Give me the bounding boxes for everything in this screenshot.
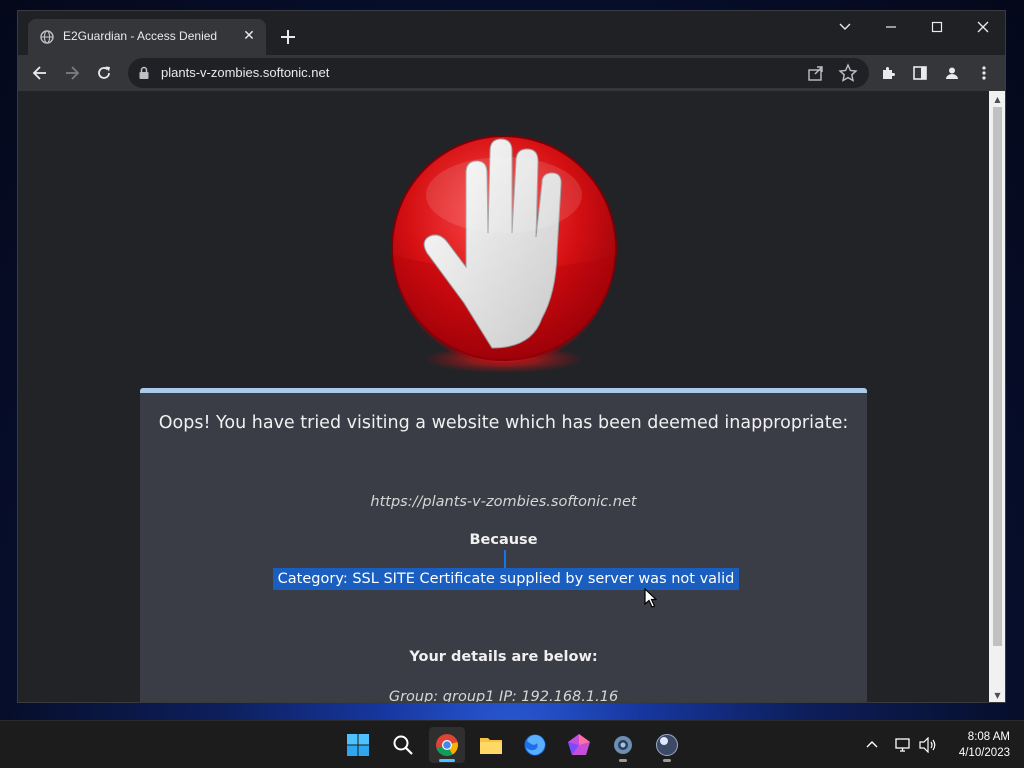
bookmark-star-icon[interactable] [838,63,858,83]
globe-icon [40,30,54,44]
windows-start-icon [347,734,369,756]
search-icon [393,735,413,755]
chevron-up-icon [866,741,878,748]
forward-button[interactable] [60,61,84,85]
stop-hand-icon [391,135,617,373]
clock[interactable]: 8:08 AM 4/10/2023 [959,729,1010,761]
maximize-icon [931,21,943,33]
arrow-right-icon [66,66,80,80]
scrollbar-thumb[interactable] [993,107,1002,646]
speaker-icon [919,737,936,753]
tab-strip: E2Guardian - Access Denied ✕ [18,11,1005,55]
share-icon[interactable] [806,63,826,83]
text-caret [504,550,506,568]
clock-time: 8:08 AM [967,731,1010,743]
minimize-icon [886,26,896,28]
tab-title: E2Guardian - Access Denied [63,29,218,43]
extensions-button[interactable] [876,61,900,85]
blocked-url: https://plants-v-zombies.softonic.net [370,494,637,510]
page-headline: Oops! You have tried visiting a website … [158,413,849,433]
reload-icon [98,66,110,79]
details-heading: Your details are below: [409,649,598,665]
chrome-icon [436,734,458,756]
lock-icon [139,66,149,79]
taskbar-chrome[interactable] [429,727,465,763]
volume-button[interactable] [918,735,938,755]
firefox-icon [524,734,546,756]
access-denied-panel: Oops! You have tried visiting a website … [140,388,867,703]
side-panel-button[interactable] [908,61,932,85]
url-text: plants-v-zombies.softonic.net [161,65,330,80]
profile-icon [946,67,958,79]
address-bar[interactable]: plants-v-zombies.softonic.net [128,58,869,88]
running-indicator [663,759,671,762]
close-icon [977,21,989,33]
menu-button[interactable] [972,61,996,85]
reload-button[interactable] [92,61,116,85]
back-button[interactable] [28,61,52,85]
close-window-button[interactable] [960,11,1005,43]
user-details: Group: group1 IP: 192.168.1.16 [388,689,619,703]
tab-search-button[interactable] [822,11,868,43]
kebab-menu-icon [982,66,986,80]
maximize-button[interactable] [914,11,960,43]
block-reason[interactable]: Category: SSL SITE Certificate supplied … [273,568,739,590]
app-icon [568,734,590,755]
taskbar-firefox[interactable] [517,727,553,763]
puzzle-icon [883,67,895,79]
scroll-up-arrow-icon[interactable]: ▲ [993,95,1002,104]
page-scrollbar[interactable]: ▲ ▼ [989,91,1005,702]
network-button[interactable] [894,735,914,755]
mouse-cursor-icon [644,588,657,608]
network-icon [895,738,910,752]
because-label: Because [469,532,538,548]
scroll-down-arrow-icon[interactable]: ▼ [993,691,1002,700]
active-indicator [439,759,455,762]
tray-overflow-button[interactable] [862,735,882,755]
chevron-down-icon [839,23,851,30]
page-viewport: Oops! You have tried visiting a website … [18,91,989,703]
taskbar-search-button[interactable] [385,727,421,763]
settings-icon [614,736,632,754]
taskbar-file-explorer[interactable] [473,727,509,763]
browser-toolbar: plants-v-zombies.softonic.net [18,55,1005,91]
marble-app-icon [656,734,678,756]
arrow-left-icon [32,66,46,80]
running-indicator [619,759,627,762]
profile-button[interactable] [940,61,964,85]
taskbar-marble-app[interactable] [649,727,685,763]
taskbar-app[interactable] [561,727,597,763]
start-button[interactable] [340,727,376,763]
new-tab-button[interactable] [276,25,300,49]
clock-date: 4/10/2023 [958,747,1010,759]
taskbar: 8:08 AM 4/10/2023 [0,720,1024,768]
taskbar-settings[interactable] [605,727,641,763]
browser-window: E2Guardian - Access Denied ✕ plants-v-zo… [17,10,1006,703]
side-panel-icon [913,66,927,80]
tab-close-button[interactable]: ✕ [240,27,258,45]
minimize-button[interactable] [868,11,914,43]
folder-icon [480,738,502,754]
tab-active[interactable]: E2Guardian - Access Denied ✕ [28,19,266,55]
